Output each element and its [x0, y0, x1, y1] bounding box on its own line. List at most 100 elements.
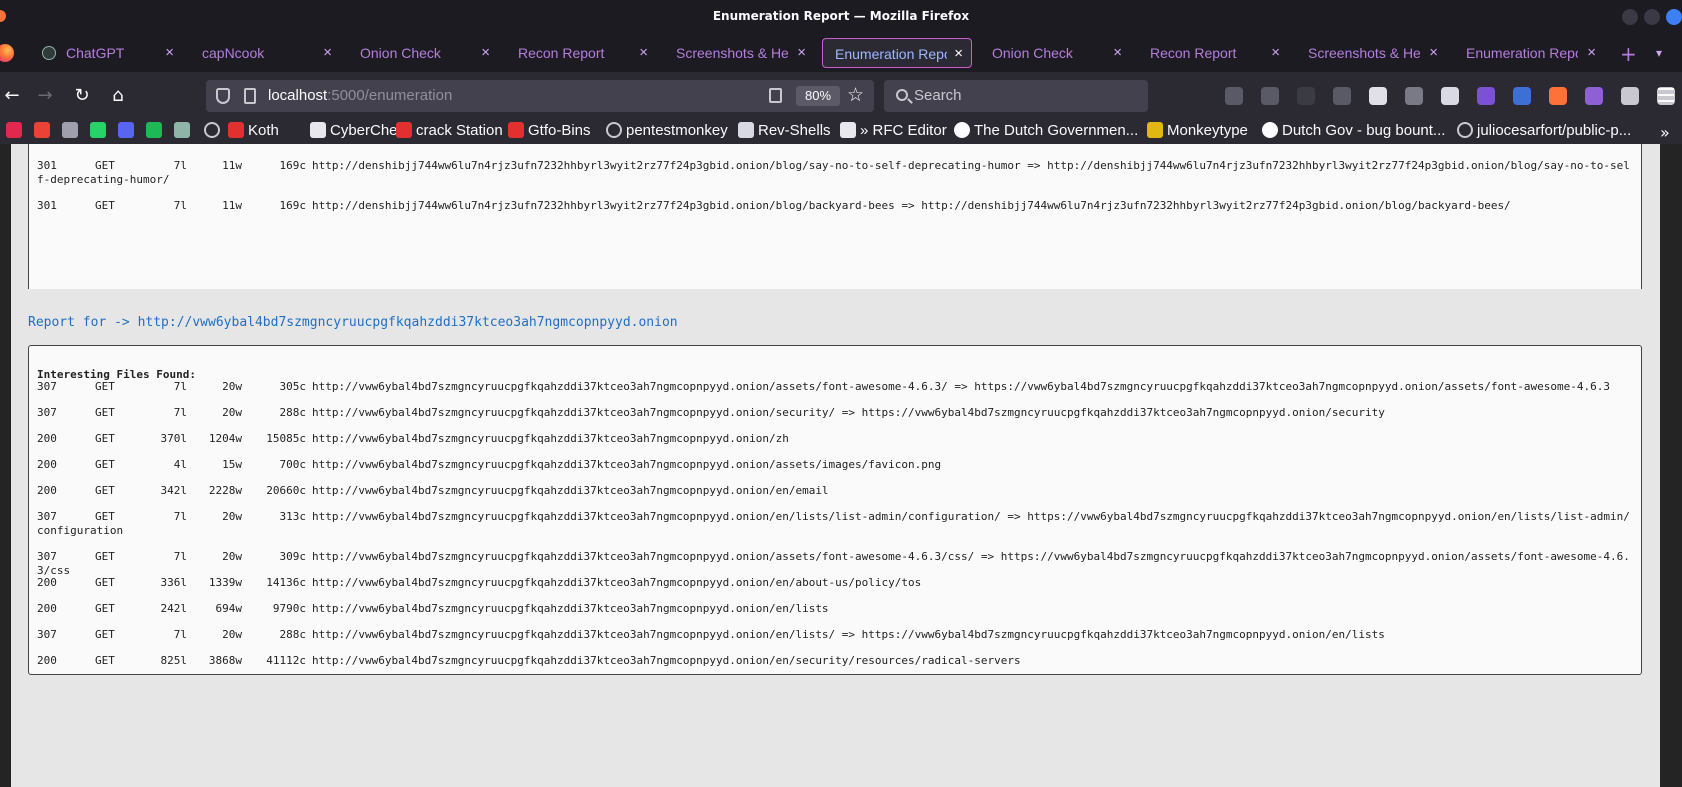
bookmark-label: The Dutch Governmen...: [974, 122, 1139, 139]
bookmark-item[interactable]: [62, 122, 82, 142]
status-code: 200: [37, 432, 57, 445]
char-count: 169c: [279, 159, 307, 172]
bookmark-item[interactable]: » RFC Editor: [840, 122, 947, 142]
home-button[interactable]: ⌂: [106, 84, 130, 108]
char-count: 309c: [279, 550, 307, 563]
extension-icon[interactable]: [1441, 87, 1459, 105]
tab[interactable]: Recon Report ×: [506, 38, 656, 68]
tab[interactable]: Screenshots & Hea ×: [664, 38, 814, 68]
bookmark-item[interactable]: Dutch Gov - bug bount...: [1262, 122, 1445, 142]
reload-button[interactable]: ↻: [70, 84, 94, 108]
bookmark-item[interactable]: [34, 122, 54, 142]
tab[interactable]: ChatGPT ×: [32, 38, 182, 68]
tab-close-icon[interactable]: ×: [1113, 44, 1122, 61]
char-count: 288c: [279, 628, 307, 641]
firefox-view-icon[interactable]: [0, 44, 14, 62]
tab[interactable]: Onion Check ×: [348, 38, 498, 68]
tab-close-icon[interactable]: ×: [1429, 44, 1438, 61]
extension-icon[interactable]: [1297, 87, 1315, 105]
char-count: 305c: [279, 380, 307, 393]
tracking-protection-icon[interactable]: [216, 88, 230, 104]
zoom-level-button[interactable]: 80%: [796, 86, 840, 106]
extension-icon[interactable]: [1549, 87, 1567, 105]
tab-close-icon[interactable]: ×: [954, 45, 963, 62]
page-info-icon[interactable]: [244, 88, 256, 104]
line-count: 4l: [173, 458, 187, 471]
line-count: 7l: [173, 406, 187, 419]
search-bar[interactable]: Search: [884, 80, 1148, 112]
char-count: 20660c: [266, 484, 306, 497]
tab[interactable]: capNcook ×: [190, 38, 340, 68]
bookmark-item[interactable]: Gtfo-Bins: [508, 122, 591, 142]
result-row: 301 GET 7l 11w 169c http://denshibjj744ww6lu7…: [37, 159, 1632, 187]
tab[interactable]: Recon Report ×: [1138, 38, 1288, 68]
bookmark-item[interactable]: pentestmonkey: [606, 122, 728, 142]
word-count: 2228w: [208, 484, 242, 497]
bookmark-favicon-icon: [6, 122, 22, 138]
tab-close-icon[interactable]: ×: [639, 44, 648, 61]
http-method: GET: [95, 576, 115, 589]
hamburger-menu-icon[interactable]: [1658, 88, 1674, 102]
extension-icon[interactable]: [1333, 87, 1351, 105]
close-window-button[interactable]: [1666, 9, 1682, 25]
bookmarks-toolbar: Koth CyberChef crack Station Gtfo-Bins pente…: [0, 120, 1682, 144]
status-code: 307: [37, 380, 57, 393]
tab-close-icon[interactable]: ×: [1587, 44, 1596, 61]
extension-icon[interactable]: [1405, 87, 1423, 105]
url-bar[interactable]: localhost:5000/enumeration 80% ☆: [206, 80, 874, 112]
tab-close-icon[interactable]: ×: [323, 44, 332, 61]
url-text[interactable]: localhost:5000/enumeration: [268, 87, 452, 104]
tab-close-icon[interactable]: ×: [481, 44, 490, 61]
bookmark-item[interactable]: Rev-Shells: [738, 122, 831, 142]
bookmark-item[interactable]: Monkeytype: [1147, 122, 1248, 142]
new-tab-button[interactable]: +: [1620, 42, 1637, 66]
bookmark-item[interactable]: [6, 122, 26, 142]
line-count: 370l: [160, 432, 188, 445]
bookmark-item[interactable]: [204, 122, 224, 142]
word-count: 1204w: [208, 432, 242, 445]
extension-icon[interactable]: [1225, 87, 1243, 105]
extension-icon[interactable]: [1261, 87, 1279, 105]
status-code: 301: [37, 159, 57, 172]
reader-view-icon[interactable]: [769, 88, 782, 103]
http-method: GET: [95, 199, 115, 212]
bookmark-item[interactable]: [174, 122, 194, 142]
bookmark-label: pentestmonkey: [626, 122, 728, 139]
bookmarks-overflow-button[interactable]: »: [1660, 123, 1670, 142]
bookmark-item[interactable]: crack Station: [396, 122, 503, 142]
tab-close-icon[interactable]: ×: [797, 44, 806, 61]
bookmark-item[interactable]: Koth: [228, 122, 279, 142]
search-input[interactable]: Search: [914, 87, 962, 104]
minimize-button[interactable]: [1622, 9, 1638, 25]
bookmark-item[interactable]: CyberChef: [310, 122, 402, 142]
tab[interactable]: Screenshots & Hea ×: [1296, 38, 1446, 68]
line-count: 7l: [173, 199, 187, 212]
tab[interactable]: Enumeration Repo ×: [822, 38, 972, 68]
extension-icon[interactable]: [1513, 87, 1531, 105]
bookmark-item[interactable]: juliocesarfort/public-p...: [1457, 122, 1631, 142]
result-row: 200 GET 242l 694w 9790c http://vww6ybal4bd7sz…: [37, 602, 1632, 616]
bookmark-item[interactable]: [90, 122, 110, 142]
extension-icon[interactable]: [1369, 87, 1387, 105]
extension-icon[interactable]: [1621, 87, 1639, 105]
http-method: GET: [95, 159, 115, 172]
tab-overflow-button[interactable]: ▾: [1656, 46, 1662, 60]
tab-label: Enumeration Repo: [835, 46, 947, 62]
maximize-button[interactable]: [1644, 9, 1660, 25]
http-method: GET: [95, 628, 115, 641]
extension-icon[interactable]: [1585, 87, 1603, 105]
bookmark-item[interactable]: [146, 122, 166, 142]
tab-label: Recon Report: [518, 45, 605, 61]
tab[interactable]: Enumeration Repo ×: [1454, 38, 1604, 68]
globe-icon: [204, 122, 220, 138]
back-button[interactable]: ←: [0, 84, 24, 108]
tab[interactable]: Onion Check ×: [980, 38, 1130, 68]
bookmark-favicon-icon: [62, 122, 78, 138]
extension-icon[interactable]: [1477, 87, 1495, 105]
bookmark-item[interactable]: [118, 122, 138, 142]
tab-close-icon[interactable]: ×: [165, 44, 174, 61]
forward-button[interactable]: →: [33, 84, 57, 108]
bookmark-item[interactable]: The Dutch Governmen...: [954, 122, 1138, 142]
bookmark-star-icon[interactable]: ☆: [847, 84, 864, 106]
tab-close-icon[interactable]: ×: [1271, 44, 1280, 61]
